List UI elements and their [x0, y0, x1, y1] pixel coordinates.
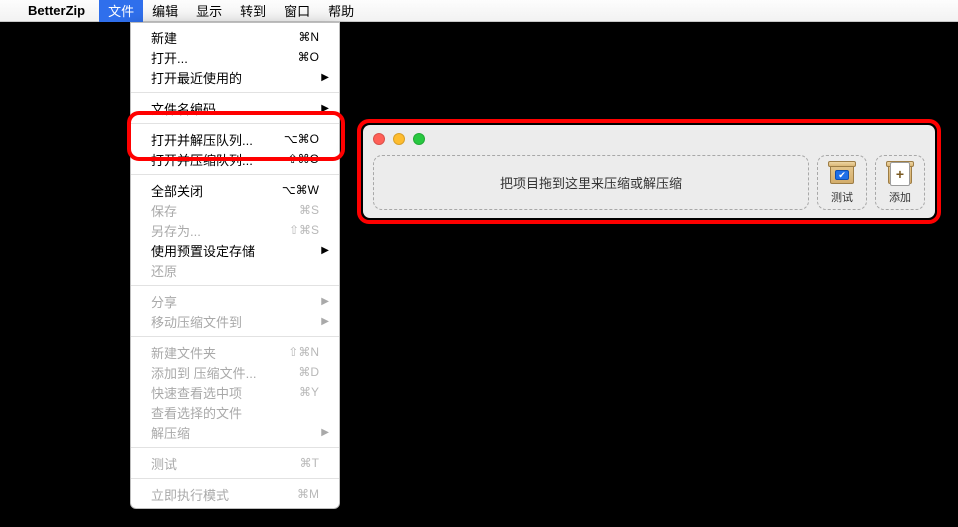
menu-edit[interactable]: 编辑: [143, 0, 187, 22]
queue-window: 把项目拖到这里来压缩或解压缩 ✔ 测试 + 添加: [363, 125, 935, 218]
menu-item-label: 另存为...: [151, 221, 283, 240]
menu-item-4[interactable]: 文件名编码▶: [131, 98, 339, 118]
menu-item-15: 分享▶: [131, 291, 339, 311]
menu-item-label: 快速查看选中项: [151, 383, 293, 402]
submenu-arrow-icon: ▶: [321, 72, 329, 83]
menu-item-shortcut: ⌘O: [298, 50, 319, 64]
menu-item-shortcut: ⌘S: [299, 203, 319, 217]
menu-item-label: 查看选择的文件: [151, 403, 319, 422]
menu-file[interactable]: 文件: [99, 0, 143, 22]
menu-item-2[interactable]: 打开最近使用的▶: [131, 67, 339, 87]
menu-item-1[interactable]: 打开... ⌘O: [131, 47, 339, 67]
menu-item-label: 分享: [151, 292, 319, 311]
menu-separator: [131, 123, 339, 124]
window-controls: [373, 133, 425, 145]
menu-item-shortcut: ⌘T: [300, 456, 319, 470]
menu-item-22: 解压缩▶: [131, 422, 339, 442]
add-button[interactable]: + 添加: [875, 155, 925, 210]
menu-help[interactable]: 帮助: [319, 0, 363, 22]
menu-item-label: 还原: [151, 261, 319, 280]
menu-separator: [131, 336, 339, 337]
menu-item-label: 解压缩: [151, 423, 319, 442]
menu-item-26: 立即执行模式 ⌘M: [131, 484, 339, 504]
menu-separator: [131, 478, 339, 479]
dropzone-label: 把项目拖到这里来压缩或解压缩: [500, 173, 682, 192]
menu-item-16: 移动压缩文件到▶: [131, 311, 339, 331]
menu-item-shortcut: ⇧⌘S: [289, 223, 319, 237]
menu-item-label: 使用预置设定存储: [151, 241, 319, 260]
menu-item-24: 测试 ⌘T: [131, 453, 339, 473]
menu-item-label: 打开并解压队列...: [151, 130, 278, 149]
menu-item-label: 保存: [151, 201, 293, 220]
menu-separator: [131, 285, 339, 286]
zoom-window-button[interactable]: [413, 133, 425, 145]
submenu-arrow-icon: ▶: [321, 427, 329, 438]
menu-item-20: 快速查看选中项 ⌘Y: [131, 382, 339, 402]
menu-go[interactable]: 转到: [231, 0, 275, 22]
menu-item-label: 移动压缩文件到: [151, 312, 319, 331]
menu-window[interactable]: 窗口: [275, 0, 319, 22]
test-button[interactable]: ✔ 测试: [817, 155, 867, 210]
submenu-arrow-icon: ▶: [321, 245, 329, 256]
menu-item-7[interactable]: 打开并压缩队列... ⇧⌘O: [131, 149, 339, 169]
menu-separator: [131, 174, 339, 175]
menu-item-6[interactable]: 打开并解压队列... ⌥⌘O: [131, 129, 339, 149]
menu-item-label: 全部关闭: [151, 181, 276, 200]
menu-item-label: 测试: [151, 454, 294, 473]
menu-item-12[interactable]: 使用预置设定存储▶: [131, 240, 339, 260]
menu-item-label: 文件名编码: [151, 99, 319, 118]
menu-item-shortcut: ⇧⌘O: [288, 152, 319, 166]
menu-item-shortcut: ⇧⌘N: [288, 345, 319, 359]
dropzone[interactable]: 把项目拖到这里来压缩或解压缩: [373, 155, 809, 210]
menu-item-label: 立即执行模式: [151, 485, 291, 504]
menu-item-label: 打开...: [151, 48, 292, 67]
menu-separator: [131, 447, 339, 448]
menu-item-shortcut: ⌘D: [298, 365, 319, 379]
box-check-icon: ✔: [827, 161, 857, 187]
menubar: BetterZip 文件 编辑 显示 转到 窗口 帮助: [0, 0, 958, 22]
submenu-arrow-icon: ▶: [321, 103, 329, 114]
menu-view[interactable]: 显示: [187, 0, 231, 22]
menu-separator: [131, 92, 339, 93]
menu-item-19: 添加到 压缩文件... ⌘D: [131, 362, 339, 382]
submenu-arrow-icon: ▶: [321, 316, 329, 327]
close-window-button[interactable]: [373, 133, 385, 145]
menu-item-label: 添加到 压缩文件...: [151, 363, 292, 382]
add-button-label: 添加: [889, 189, 911, 205]
menu-item-shortcut: ⌘N: [298, 30, 319, 44]
test-button-label: 测试: [831, 189, 853, 205]
menu-item-21: 查看选择的文件: [131, 402, 339, 422]
menu-item-shortcut: ⌘Y: [299, 385, 319, 399]
menu-item-shortcut: ⌥⌘W: [282, 183, 319, 197]
menu-item-label: 打开并压缩队列...: [151, 150, 282, 169]
file-menu-dropdown: 新建⌘N打开...⌘O打开最近使用的▶文件名编码▶打开并解压队列...⌥⌘O打开…: [130, 22, 340, 509]
menu-item-0[interactable]: 新建 ⌘N: [131, 27, 339, 47]
menu-item-13: 还原: [131, 260, 339, 280]
submenu-arrow-icon: ▶: [321, 296, 329, 307]
menu-item-label: 新建: [151, 28, 292, 47]
menu-item-18: 新建文件夹 ⇧⌘N: [131, 342, 339, 362]
app-name[interactable]: BetterZip: [28, 3, 85, 18]
menu-item-10: 保存 ⌘S: [131, 200, 339, 220]
menu-item-shortcut: ⌥⌘O: [284, 132, 319, 146]
queue-body: 把项目拖到这里来压缩或解压缩 ✔ 测试 + 添加: [373, 155, 925, 210]
menu-item-label: 新建文件夹: [151, 343, 282, 362]
box-add-icon: +: [885, 161, 915, 187]
menu-item-shortcut: ⌘M: [297, 487, 319, 501]
menu-item-9[interactable]: 全部关闭 ⌥⌘W: [131, 180, 339, 200]
menu-item-11: 另存为... ⇧⌘S: [131, 220, 339, 240]
menu-item-label: 打开最近使用的: [151, 68, 319, 87]
minimize-window-button[interactable]: [393, 133, 405, 145]
